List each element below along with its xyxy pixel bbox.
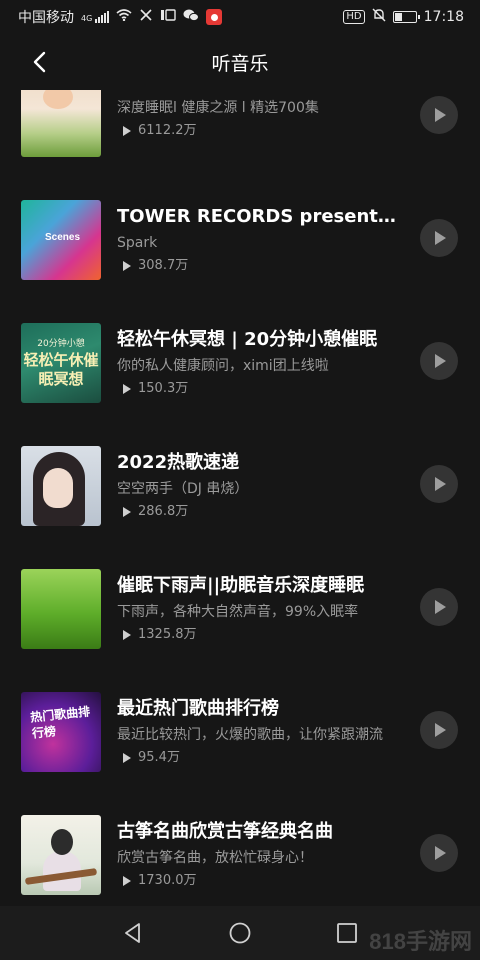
watermark: 818手游网 <box>369 929 472 954</box>
play-icon <box>435 600 446 614</box>
status-time: 17:18 <box>423 9 464 25</box>
carrier-name: 中国移动 <box>18 10 74 26</box>
cover-label: Scenes <box>45 231 81 243</box>
cover-image <box>21 445 101 526</box>
notification-muted-icon <box>139 8 153 26</box>
nav-back-button[interactable] <box>113 913 153 953</box>
music-list[interactable]: 深度睡眠l 健康之源 l 精选700集 6112.2万 Scenes TOWER… <box>0 55 480 916</box>
top-header: 听音乐 <box>0 34 480 90</box>
item-subtitle: 欣赏古筝名曲，放松忙碌身心！ <box>117 850 313 866</box>
nav-home-button[interactable] <box>220 913 260 953</box>
map-app-icon <box>206 9 223 25</box>
list-item[interactable]: 热门歌曲排行榜 最近热门歌曲排行榜 最近比较热门，火爆的歌曲，让你紧跟潮流 95… <box>0 670 480 793</box>
network-type: 4G <box>81 14 93 23</box>
wifi-icon <box>116 9 132 25</box>
play-count-icon <box>123 126 131 136</box>
play-count: 308.7万 <box>117 258 458 274</box>
item-title: 催眠下雨声||助眠音乐深度睡眠 <box>117 575 365 596</box>
cover-image: 热门歌曲排行榜 <box>21 691 101 772</box>
item-subtitle: 空空两手（DJ 串烧） <box>117 481 249 497</box>
play-count: 1730.0万 <box>117 873 458 889</box>
cover-image <box>21 568 101 649</box>
list-item[interactable]: Scenes TOWER RECORDS presents Spark Spar… <box>0 178 480 301</box>
play-icon <box>435 108 446 122</box>
hd-badge: HD <box>343 10 365 24</box>
circle-home-icon <box>229 922 251 944</box>
item-title: 古筝名曲欣赏古筝经典名曲 <box>117 821 333 842</box>
triangle-back-icon <box>125 923 141 943</box>
item-title: 最近热门歌曲排行榜 <box>117 698 279 719</box>
square-recent-icon <box>336 923 357 943</box>
play-button[interactable] <box>420 711 458 749</box>
item-title: TOWER RECORDS presents Spark <box>117 206 397 227</box>
signal-icon: 4G <box>81 11 110 23</box>
play-count-icon <box>123 507 131 517</box>
list-item[interactable]: 催眠下雨声||助眠音乐深度睡眠 下雨声，各种大自然声音，99%入眠率 1325.… <box>0 547 480 670</box>
bell-off-icon <box>372 8 386 26</box>
play-count: 286.8万 <box>117 504 458 520</box>
list-item[interactable]: 古筝名曲欣赏古筝经典名曲 欣赏古筝名曲，放松忙碌身心！ 1730.0万 <box>0 793 480 916</box>
play-count: 150.3万 <box>117 381 458 397</box>
item-subtitle: 你的私人健康顾问，ximi团上线啦 <box>117 358 329 374</box>
play-icon <box>435 477 446 491</box>
play-button[interactable] <box>420 219 458 257</box>
play-icon <box>435 846 446 860</box>
screen: 深度睡眠l 健康之源 l 精选700集 6112.2万 Scenes TOWER… <box>0 0 480 960</box>
play-count: 95.4万 <box>117 750 458 766</box>
play-icon <box>435 354 446 368</box>
chevron-left-icon <box>33 51 46 73</box>
cover-image: Scenes <box>21 199 101 280</box>
item-subtitle: 最近比较热门，火爆的歌曲，让你紧跟潮流 <box>117 727 383 743</box>
cover-label: 热门歌曲排行榜 <box>29 703 91 741</box>
item-subtitle: 下雨声，各种大自然声音，99%入眠率 <box>117 604 359 620</box>
play-button[interactable] <box>420 465 458 503</box>
play-count: 6112.2万 <box>117 123 458 139</box>
item-title: 2022热歌速递 <box>117 452 240 473</box>
page-title: 听音乐 <box>211 52 269 75</box>
play-icon <box>435 231 446 245</box>
wechat-icon <box>183 8 200 26</box>
play-count-icon <box>123 261 131 271</box>
cover-image: 20分钟小憩 轻松午休催眠冥想 <box>21 322 101 403</box>
play-count-icon <box>123 384 131 394</box>
play-button[interactable] <box>420 588 458 626</box>
cover-label: 20分钟小憩 <box>37 338 85 349</box>
play-icon <box>435 723 446 737</box>
cover-image <box>21 814 101 895</box>
play-count-icon <box>123 753 131 763</box>
app-notification-icon <box>160 8 176 26</box>
cover-title: 轻松午休催眠冥想 <box>23 350 99 388</box>
list-item[interactable]: 20分钟小憩 轻松午休催眠冥想 轻松午休冥想 | 20分钟小憩催眠 你的私人健康… <box>0 301 480 424</box>
battery-icon <box>392 11 420 23</box>
play-count: 1325.8万 <box>117 627 458 643</box>
item-subtitle: Spark <box>117 235 158 251</box>
back-button[interactable] <box>26 48 54 76</box>
list-item[interactable]: 2022热歌速递 空空两手（DJ 串烧） 286.8万 <box>0 424 480 547</box>
play-button[interactable] <box>420 834 458 872</box>
play-button[interactable] <box>420 96 458 134</box>
play-count-icon <box>123 876 131 886</box>
play-button[interactable] <box>420 342 458 380</box>
nav-recent-button[interactable] <box>327 913 367 953</box>
item-subtitle: 深度睡眠l 健康之源 l 精选700集 <box>117 100 319 116</box>
status-bar: 中国移动 4G HD 17:18 <box>0 0 480 34</box>
play-count-icon <box>123 630 131 640</box>
item-title: 轻松午休冥想 | 20分钟小憩催眠 <box>117 329 378 350</box>
